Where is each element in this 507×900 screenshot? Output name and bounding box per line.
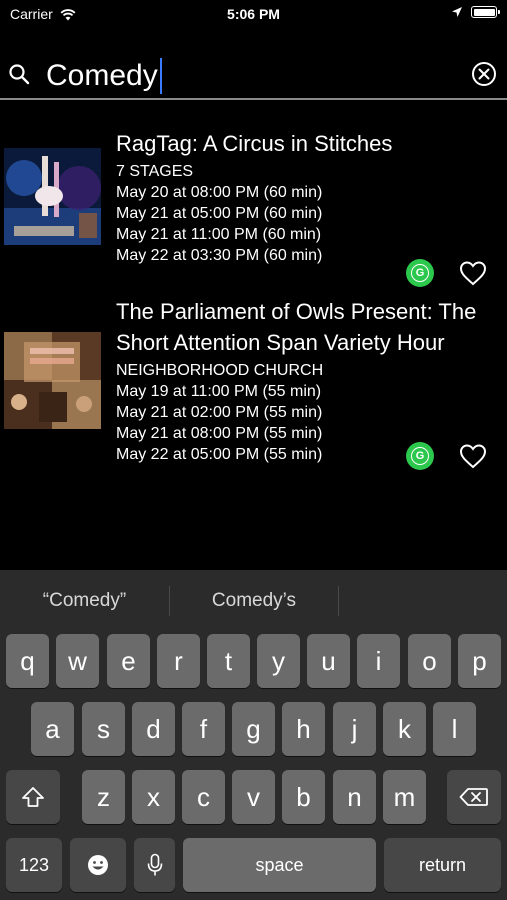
event-time: May 22 at 03:30 PM (60 min)	[116, 247, 323, 264]
clear-search-icon[interactable]	[471, 61, 497, 87]
key-u[interactable]: u	[307, 634, 350, 688]
event-time: May 21 at 05:00 PM (60 min)	[116, 205, 323, 222]
g-rating-badge: G	[406, 259, 434, 287]
shift-key[interactable]	[6, 770, 60, 824]
suggestion-empty[interactable]	[339, 570, 507, 632]
event-time: May 19 at 11:00 PM (55 min)	[116, 383, 322, 400]
key-s[interactable]: s	[82, 702, 125, 756]
keyboard: “Comedy” Comedy’s q w e r t y u i o p a …	[0, 570, 507, 900]
event-time: May 21 at 11:00 PM (60 min)	[116, 226, 322, 243]
search-input[interactable]: Comedy	[46, 56, 162, 96]
dictation-key[interactable]	[134, 838, 175, 892]
event-venue: 7 STAGES	[116, 163, 194, 180]
key-w[interactable]: w	[56, 634, 99, 688]
key-y[interactable]: y	[257, 634, 300, 688]
key-n[interactable]: n	[333, 770, 376, 824]
key-i[interactable]: i	[357, 634, 400, 688]
suggestion-bar: “Comedy” Comedy’s	[0, 570, 507, 632]
backspace-icon	[459, 788, 488, 806]
event-time: May 22 at 05:00 PM (55 min)	[116, 446, 323, 463]
result-info: RagTag: A Circus in Stitches 7 STAGES Ma…	[116, 128, 499, 266]
event-title: RagTag: A Circus in Stitches	[116, 131, 393, 156]
status-bar: Carrier 5:06 PM	[0, 0, 507, 30]
g-rating-badge: G	[406, 442, 434, 470]
suggestion-quoted[interactable]: “Comedy”	[0, 570, 169, 632]
key-j[interactable]: j	[333, 702, 376, 756]
key-d[interactable]: d	[132, 702, 175, 756]
key-q[interactable]: q	[6, 634, 49, 688]
key-g[interactable]: g	[232, 702, 275, 756]
event-time: May 20 at 08:00 PM (60 min)	[116, 184, 323, 201]
event-thumbnail-image	[4, 148, 101, 245]
key-f[interactable]: f	[182, 702, 225, 756]
microphone-icon	[147, 853, 162, 876]
event-time: May 21 at 08:00 PM (55 min)	[116, 425, 323, 442]
event-title: The Parliament of Owls Present: The Shor…	[116, 299, 477, 355]
location-arrow-icon	[452, 7, 462, 17]
key-m[interactable]: m	[383, 770, 426, 824]
key-z[interactable]: z	[82, 770, 125, 824]
key-x[interactable]: x	[132, 770, 175, 824]
status-right	[451, 6, 500, 18]
event-venue: NEIGHBORHOOD CHURCH	[116, 362, 324, 379]
key-c[interactable]: c	[182, 770, 225, 824]
result-item[interactable]: RagTag: A Circus in Stitches 7 STAGES Ma…	[0, 128, 507, 288]
space-key[interactable]: space	[183, 838, 376, 892]
search-query-text: Comedy	[46, 59, 158, 92]
return-key[interactable]: return	[384, 838, 501, 892]
suggestion-alt[interactable]: Comedy’s	[170, 570, 338, 632]
result-item[interactable]: The Parliament of Owls Present: The Shor…	[0, 296, 507, 476]
key-v[interactable]: v	[232, 770, 275, 824]
key-k[interactable]: k	[383, 702, 426, 756]
event-time: May 21 at 02:00 PM (55 min)	[116, 404, 323, 421]
event-thumbnail-image	[4, 332, 101, 429]
search-icon	[9, 64, 30, 85]
key-h[interactable]: h	[282, 702, 325, 756]
key-o[interactable]: o	[408, 634, 451, 688]
search-bar: Comedy	[0, 48, 507, 100]
key-e[interactable]: e	[107, 634, 150, 688]
battery-icon	[471, 6, 500, 18]
result-info: The Parliament of Owls Present: The Shor…	[116, 296, 499, 465]
text-caret	[159, 58, 162, 94]
shift-arrow-icon	[22, 787, 44, 807]
key-b[interactable]: b	[282, 770, 325, 824]
heart-favorite-icon[interactable]	[459, 260, 487, 286]
key-a[interactable]: a	[31, 702, 74, 756]
delete-key[interactable]	[447, 770, 501, 824]
key-t[interactable]: t	[207, 634, 250, 688]
key-l[interactable]: l	[433, 702, 476, 756]
emoji-key[interactable]	[70, 838, 126, 892]
numbers-key[interactable]: 123	[6, 838, 62, 892]
key-r[interactable]: r	[157, 634, 200, 688]
emoji-icon	[88, 855, 108, 875]
heart-favorite-icon[interactable]	[459, 443, 487, 469]
status-time: 5:06 PM	[227, 6, 280, 22]
key-p[interactable]: p	[458, 634, 501, 688]
